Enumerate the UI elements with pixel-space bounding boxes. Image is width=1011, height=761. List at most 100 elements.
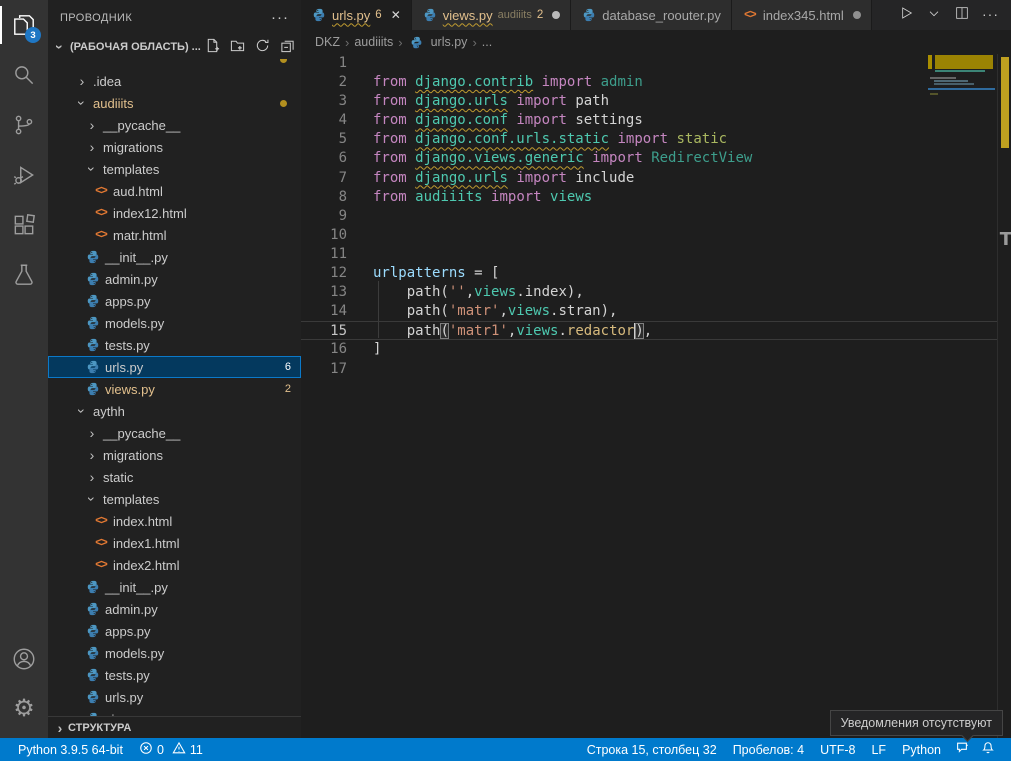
breadcrumb-item[interactable]: audiiits: [354, 35, 393, 49]
new-file-icon[interactable]: [205, 38, 220, 56]
folder-templates[interactable]: ›templates: [48, 158, 301, 180]
tab-description: audiiits: [498, 9, 532, 21]
file-views-py[interactable]: views.py: [48, 708, 301, 716]
folder-aythh[interactable]: ›aythh: [48, 400, 301, 422]
code-line-4[interactable]: 4from django.conf import settings: [301, 111, 997, 130]
file-index12-html[interactable]: <>index12.html: [48, 202, 301, 224]
file-apps-py[interactable]: apps.py: [48, 620, 301, 642]
code-line-15[interactable]: 15 path('matr1',views.redactor),: [301, 321, 997, 340]
file-models-py[interactable]: models.py: [48, 312, 301, 334]
status-python-interpreter[interactable]: Python 3.9.5 64-bit: [10, 738, 131, 761]
code-line-14[interactable]: 14 path('matr',views.stran),: [301, 302, 997, 321]
file-index1-html[interactable]: <>index1.html: [48, 532, 301, 554]
folder--idea[interactable]: ›.idea: [48, 70, 301, 92]
code-line-12[interactable]: 12urlpatterns = [: [301, 264, 997, 283]
folder-audiiits[interactable]: ›audiiits: [48, 92, 301, 114]
status-problems[interactable]: 011: [131, 738, 211, 761]
source-control-icon[interactable]: [0, 100, 48, 150]
folder-dkz[interactable]: ›DKZ: [48, 59, 301, 70]
warning-count: 11: [190, 743, 203, 757]
code-line-5[interactable]: 5from django.conf.urls.static import sta…: [301, 130, 997, 149]
code-line-16[interactable]: 16]: [301, 340, 997, 359]
folder-templates[interactable]: ›templates: [48, 488, 301, 510]
file-admin-py[interactable]: admin.py: [48, 598, 301, 620]
breadcrumb-item[interactable]: urls.py: [431, 35, 468, 49]
feedback-icon: [955, 741, 969, 758]
folder--pycache-[interactable]: ›__pycache__: [48, 422, 301, 444]
file-apps-py[interactable]: apps.py: [48, 290, 301, 312]
minimap[interactable]: [928, 55, 997, 555]
refresh-icon[interactable]: [255, 38, 270, 56]
split-editor-icon[interactable]: [954, 5, 970, 26]
file--init-py[interactable]: __init__.py: [48, 246, 301, 268]
code-line-11[interactable]: 11: [301, 245, 997, 264]
code-line-3[interactable]: 3from django.urls import path: [301, 92, 997, 111]
settings-icon[interactable]: ⚙: [0, 684, 48, 734]
tab-urls-py[interactable]: urls.py6✕: [301, 0, 412, 30]
dirty-dot-icon[interactable]: [853, 11, 861, 19]
folder-static[interactable]: ›static: [48, 466, 301, 488]
code-line-13[interactable]: 13 path('',views.index),: [301, 283, 997, 302]
file-views-py[interactable]: views.py2: [48, 378, 301, 400]
breadcrumb-item[interactable]: DKZ: [315, 35, 340, 49]
line-number: 9: [301, 207, 347, 226]
code-line-9[interactable]: 9: [301, 207, 997, 226]
close-icon[interactable]: ✕: [391, 8, 401, 22]
run-icon[interactable]: [898, 5, 914, 26]
status-encoding[interactable]: UTF-8: [812, 743, 863, 757]
run-debug-icon[interactable]: [0, 150, 48, 200]
tab-index345-html[interactable]: <>index345.html: [732, 0, 872, 30]
python-file-icon: [84, 624, 102, 638]
editor-scrollbar[interactable]: [997, 54, 1011, 738]
status-language-mode[interactable]: Python: [894, 743, 949, 757]
file--init-py[interactable]: __init__.py: [48, 576, 301, 598]
status-eol[interactable]: LF: [863, 743, 894, 757]
code-line-6[interactable]: 6from django.views.generic import Redire…: [301, 149, 997, 168]
new-folder-icon[interactable]: [230, 38, 245, 56]
account-icon[interactable]: [0, 634, 48, 684]
status-feedback[interactable]: [949, 741, 975, 758]
collapse-all-icon[interactable]: [280, 38, 295, 56]
more-icon[interactable]: ···: [982, 6, 999, 24]
code-line-10[interactable]: 10: [301, 226, 997, 245]
file-urls-py[interactable]: urls.py: [48, 686, 301, 708]
tooltip-text: Уведомления отсутствуют: [841, 716, 992, 730]
file-matr-html[interactable]: <>matr.html: [48, 224, 301, 246]
file-index-html[interactable]: <>index.html: [48, 510, 301, 532]
python-file-icon: [422, 8, 438, 22]
file-urls-py[interactable]: urls.py6: [48, 356, 301, 378]
tree-item-label: index12.html: [113, 206, 187, 221]
folder-migrations[interactable]: ›migrations: [48, 136, 301, 158]
code-line-7[interactable]: 7from django.urls import include: [301, 169, 997, 188]
more-actions-icon[interactable]: ···: [271, 9, 289, 26]
chevron-down-icon[interactable]: [926, 5, 942, 26]
file-index2-html[interactable]: <>index2.html: [48, 554, 301, 576]
folder--pycache-[interactable]: ›__pycache__: [48, 114, 301, 136]
file-admin-py[interactable]: admin.py: [48, 268, 301, 290]
status-label: Строка 15, столбец 32: [587, 743, 717, 757]
file-models-py[interactable]: models.py: [48, 642, 301, 664]
overview-ruler-warning: [1001, 57, 1009, 148]
outline-section-header[interactable]: › СТРУКТУРА: [48, 716, 301, 738]
file-aud-html[interactable]: <>aud.html: [48, 180, 301, 202]
tab-views-py[interactable]: views.pyaudiiits2: [412, 0, 572, 30]
file-tests-py[interactable]: tests.py: [48, 664, 301, 686]
tab-database-roouter-py[interactable]: database_roouter.py: [571, 0, 732, 30]
workspace-section-header[interactable]: › (РАБОЧАЯ ОБЛАСТЬ) ...: [48, 35, 301, 59]
status-notifications[interactable]: [975, 741, 1001, 758]
code-line-17[interactable]: 17: [301, 360, 997, 379]
code-line-1[interactable]: 1: [301, 54, 997, 73]
file-tests-py[interactable]: tests.py: [48, 334, 301, 356]
search-icon[interactable]: [0, 50, 48, 100]
extensions-icon[interactable]: [0, 200, 48, 250]
status-cursor-position[interactable]: Строка 15, столбец 32: [579, 743, 725, 757]
testing-icon[interactable]: [0, 250, 48, 300]
breadcrumb-item[interactable]: ...: [482, 35, 492, 49]
dirty-dot-icon[interactable]: [552, 11, 560, 19]
explorer-icon[interactable]: 3: [0, 0, 48, 50]
folder-migrations[interactable]: ›migrations: [48, 444, 301, 466]
code-editor[interactable]: 12from django.contrib import admin3from …: [301, 54, 997, 738]
status-indentation[interactable]: Пробелов: 4: [725, 743, 812, 757]
code-line-2[interactable]: 2from django.contrib import admin: [301, 73, 997, 92]
code-line-8[interactable]: 8from audiiits import views: [301, 188, 997, 207]
